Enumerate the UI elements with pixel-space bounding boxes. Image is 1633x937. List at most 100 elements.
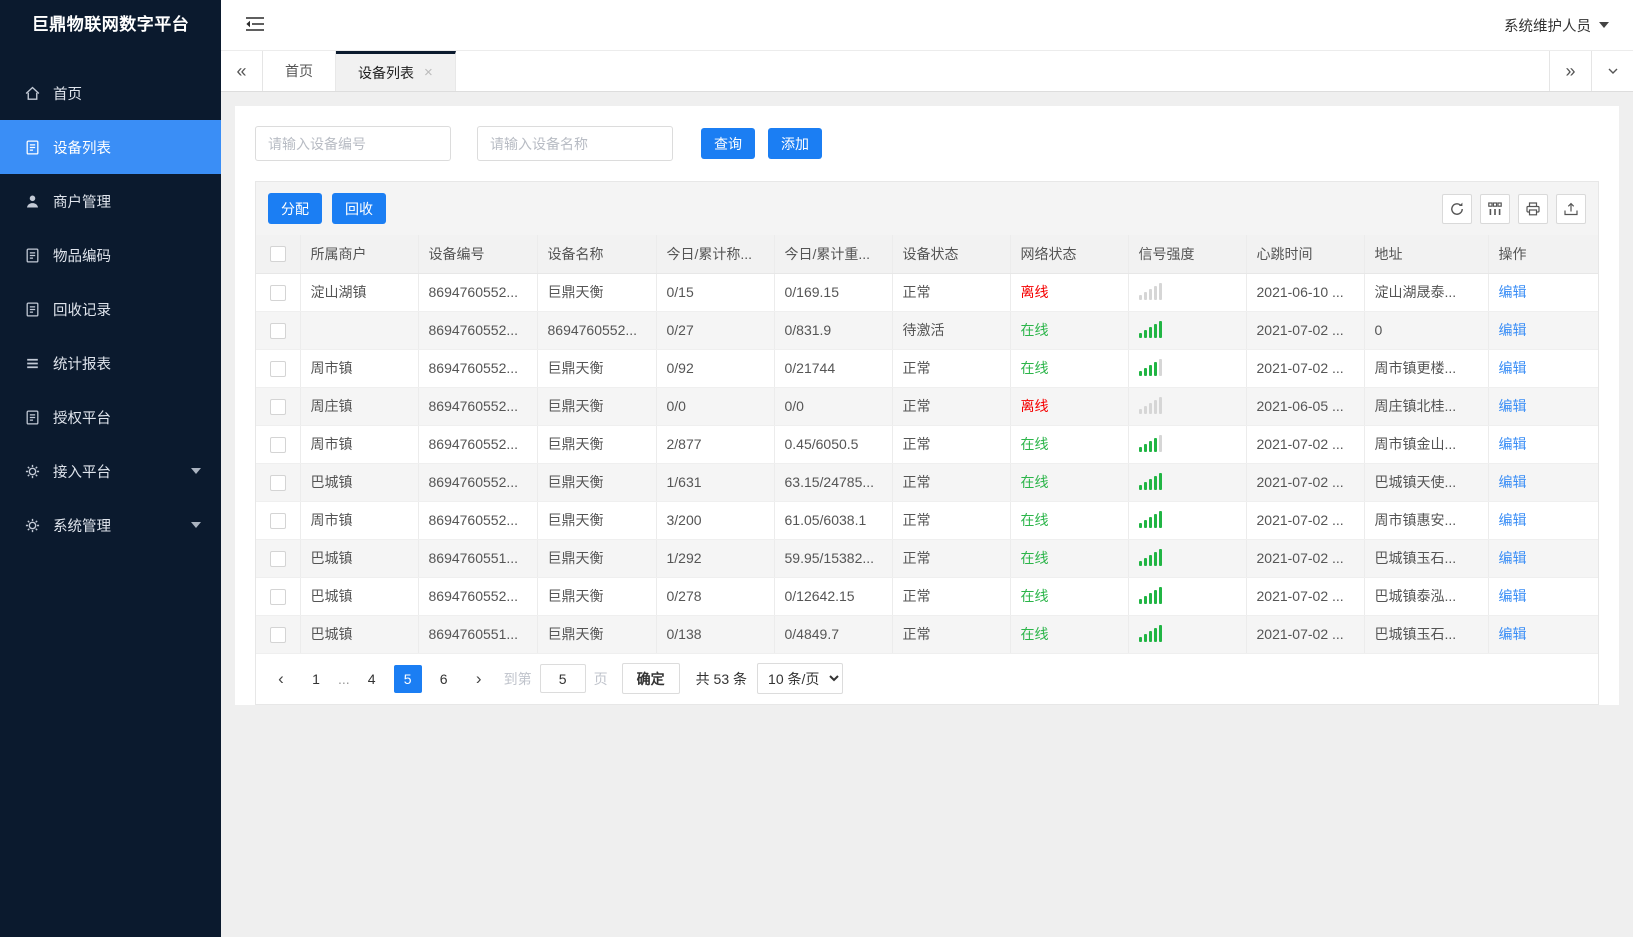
page-button-4[interactable]: 4 [358,665,386,693]
today-weight-cell: 0.45/6050.5 [774,425,893,464]
sidebar: 巨鼎物联网数字平台 首页 设备列表 商户管理 物品编码回收记录统计报表 授权平台 接入平台… [0,0,221,937]
merchant-cell: 淀山湖镇 [300,273,419,312]
edit-link[interactable]: 编辑 [1499,284,1527,300]
device-name-cell: 8694760552... [537,311,657,350]
add-button[interactable]: 添加 [768,128,822,159]
device-status-cell: 正常 [892,425,1011,464]
today-count-cell: 0/27 [656,311,775,350]
menu-collapse-icon[interactable] [245,16,267,34]
today-count-cell: 0/278 [656,577,775,616]
close-icon[interactable]: × [424,64,433,81]
tabs-scroll-left-button[interactable]: « [221,51,263,91]
edit-link[interactable]: 编辑 [1499,474,1527,490]
page-button-5[interactable]: 5 [393,664,422,693]
device-name-input[interactable] [477,126,673,161]
assign-button[interactable]: 分配 [268,193,322,224]
edit-link[interactable]: 编辑 [1499,588,1527,604]
sidebar-item-access-platform[interactable]: 接入平台 [0,444,221,498]
merchant-cell: 周市镇 [300,349,419,388]
row-checkbox[interactable] [269,436,286,453]
row-checkbox-cell [256,311,301,350]
sidebar-item-merchant-manage[interactable]: 商户管理 [0,174,221,228]
edit-link[interactable]: 编辑 [1499,626,1527,642]
device-no-cell: 8694760552... [418,501,538,540]
print-icon[interactable] [1518,193,1548,224]
row-checkbox[interactable] [269,322,286,339]
row-checkbox[interactable] [269,360,286,377]
sidebar-item-system-manage[interactable]: 系统管理 [0,498,221,552]
sidebar-item-item-code[interactable]: 物品编码 [0,228,221,282]
recycle-button[interactable]: 回收 [332,193,386,224]
action-cell: 编辑 [1488,311,1598,350]
address-cell: 0 [1364,311,1489,350]
table-body: 淀山湖镇 8694760552... 巨鼎天衡 0/15 0/169.15 正常 离线 202… [256,273,1598,654]
device-no-input[interactable] [255,126,451,161]
merchant-cell: 巴城镇 [300,539,419,578]
row-checkbox[interactable] [269,550,286,567]
signal-cell [1128,463,1247,502]
gear-icon [24,517,41,534]
device-no-cell: 8694760552... [418,577,538,616]
page-unit-label: 页 [593,670,608,687]
edit-link[interactable]: 编辑 [1499,512,1527,528]
table-row: 8694760552... 8694760552... 0/27 0/831.9 待激活… [256,311,1598,350]
page-size-select[interactable]: 10 条/页 [757,663,844,694]
tab-label: 设备列表 [358,64,414,81]
edit-link[interactable]: 编辑 [1499,360,1527,376]
row-checkbox[interactable] [269,512,286,529]
export-icon[interactable] [1556,193,1586,224]
table-row: 周庄镇 8694760552... 巨鼎天衡 0/0 0/0 正常 离线 2021-06-05… [256,387,1598,426]
next-page-icon[interactable]: › [465,665,493,693]
address-cell: 巴城镇玉石... [1364,615,1489,654]
query-button[interactable]: 查询 [701,128,755,159]
sidebar-item-auth-platform[interactable]: 授权平台 [0,390,221,444]
tabs-menu-button[interactable] [1591,51,1633,91]
refresh-icon[interactable] [1442,193,1472,224]
row-checkbox[interactable] [269,284,286,301]
content-area: 查询 添加 分配 回收 [221,92,1633,937]
item-code-icon [24,247,41,264]
signal-cell [1128,311,1247,350]
page-button-1[interactable]: 1 [302,665,330,693]
page-buttons: 1... 4 5 6 [298,664,462,693]
edit-link[interactable]: 编辑 [1499,550,1527,566]
row-checkbox[interactable] [269,474,286,491]
tabs-scroll-right-button[interactable]: » [1549,51,1591,91]
signal-strength-icon [1138,510,1164,528]
merchant-cell: 周庄镇 [300,387,419,426]
sidebar-item-label: 回收记录 [53,302,111,319]
device-name-cell: 巨鼎天衡 [537,387,657,426]
edit-link[interactable]: 编辑 [1499,322,1527,338]
sidebar-item-label: 系统管理 [53,518,111,535]
sidebar-item-recycle-record[interactable]: 回收记录 [0,282,221,336]
app-title: 巨鼎物联网数字平台 [31,15,190,34]
sidebar-item-device-list[interactable]: 设备列表 [0,120,221,174]
column-header: 设备状态 [892,235,1011,274]
confirm-button[interactable]: 确定 [621,663,680,694]
select-all-checkbox[interactable] [269,246,286,263]
prev-page-icon[interactable]: ‹ [267,665,295,693]
today-weight-cell: 0/12642.15 [774,577,893,616]
row-checkbox[interactable] [269,626,286,643]
tab-home[interactable]: 首页 [263,51,336,91]
table-row: 巴城镇 8694760552... 巨鼎天衡 0/278 0/12642.15 正常 在线 2… [256,577,1598,616]
tab-device-list[interactable]: 设备列表 × [336,51,456,91]
edit-link[interactable]: 编辑 [1499,398,1527,414]
sidebar-item-report[interactable]: 统计报表 [0,336,221,390]
row-checkbox[interactable] [269,588,286,605]
goto-page-input[interactable] [539,664,586,693]
signal-strength-icon [1138,282,1164,300]
columns-icon[interactable] [1480,193,1510,224]
row-checkbox-cell [256,539,301,578]
caret-down-icon [1599,22,1609,28]
today-weight-cell: 0/831.9 [774,311,893,350]
user-menu[interactable]: 系统维护人员 [1504,15,1609,36]
row-checkbox-cell [256,349,301,388]
edit-link[interactable]: 编辑 [1499,436,1527,452]
column-header: 信号强度 [1128,235,1247,274]
table-row: 周市镇 8694760552... 巨鼎天衡 3/200 61.05/6038.1 正常在… [256,501,1598,540]
page-button-6[interactable]: 6 [430,665,458,693]
row-checkbox[interactable] [269,398,286,415]
network-status-badge: 在线 [1020,474,1049,490]
sidebar-item-home[interactable]: 首页 [0,66,221,120]
